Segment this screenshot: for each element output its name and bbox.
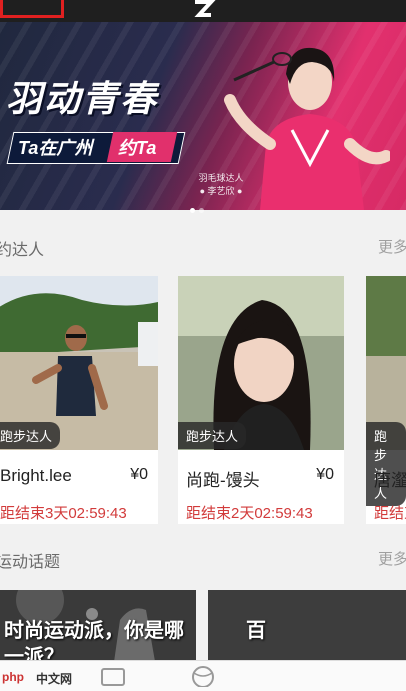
- status-bar: [0, 0, 406, 22]
- expert-tag: 跑步达人: [178, 422, 247, 449]
- banner-caption: 羽毛球达人 ● 李艺欣 ●: [192, 172, 250, 198]
- sports-ball-icon[interactable]: [190, 663, 216, 687]
- more-link-experts[interactable]: 更多: [378, 236, 406, 257]
- more-link-topics[interactable]: 更多: [378, 548, 406, 569]
- banner-caption-line1: 羽毛球达人: [198, 173, 244, 183]
- expert-tag: 跑步达人: [366, 422, 406, 506]
- expert-countdown: 距结束3天02:59:43: [0, 505, 127, 522]
- expert-name: Bright.lee: [0, 466, 72, 485]
- racket-icon: [233, 52, 292, 82]
- message-icon[interactable]: [100, 663, 126, 687]
- banner-title: 羽动青春: [6, 78, 159, 119]
- expert-name: 唐瀣: [374, 471, 406, 490]
- expert-card[interactable]: 跑步达人 尚跑-馒头 ¥0 距结束2天02:59:43: [178, 276, 344, 524]
- watermark-text: 中文网: [36, 672, 73, 686]
- app-logo-icon: [194, 0, 216, 17]
- carousel-dot[interactable]: [199, 208, 204, 213]
- section-title-topics: 运动话题: [0, 554, 61, 571]
- topic-title: 百: [246, 620, 266, 642]
- expert-countdown: 距结束: [374, 505, 406, 522]
- expert-tag: 跑步达人: [0, 422, 61, 449]
- promo-banner[interactable]: 羽动青春 Ta在广州 约Ta 羽毛球达人 ● 李艺欣 ●: [0, 22, 406, 210]
- expert-price: ¥0: [316, 466, 334, 483]
- banner-caption-line2: ● 李艺欣 ●: [199, 186, 243, 196]
- banner-tag-right: 约Ta: [118, 138, 157, 158]
- expert-countdown: 距结束2天02:59:43: [186, 505, 313, 522]
- expert-card[interactable]: 跑步达人 唐瀣 距结束: [366, 276, 406, 524]
- carousel-indicator: [190, 200, 208, 218]
- banner-tag-left: Ta在广州: [18, 138, 93, 158]
- expert-price: ¥0: [130, 466, 148, 483]
- expert-name: 尚跑-馒头: [186, 471, 260, 490]
- highlight-box: [0, 0, 64, 18]
- carousel-dot[interactable]: [190, 208, 195, 213]
- section-title-experts: 约达人: [0, 242, 45, 259]
- watermark-brand: php: [2, 670, 24, 684]
- expert-card[interactable]: 跑步达人 Bright.lee ¥0 距结束3天02:59:43: [0, 276, 158, 524]
